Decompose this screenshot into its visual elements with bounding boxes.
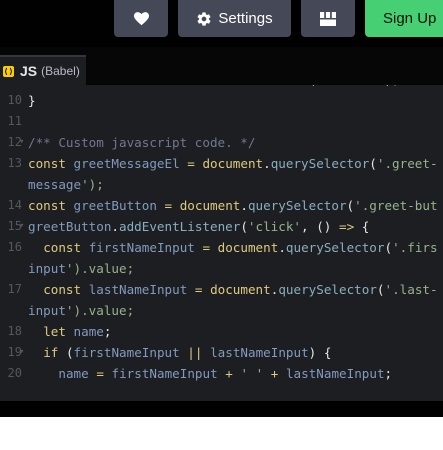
heart-button[interactable] (114, 0, 168, 37)
change-view-button[interactable] (301, 0, 355, 37)
code-line: 12 ▾/** Custom javascript code. */ (0, 132, 443, 153)
js-editor-panel: 9 mdc.textField.MDCTextField.attachTo(te… (0, 47, 443, 401)
code-text: const firstNameInput = document.querySel… (43, 240, 438, 255)
code-line: 19 ▾ if (firstNameInput || lastNameInput)… (0, 342, 443, 363)
code-line: 13 const greetMessageEl = document.queryS… (0, 153, 443, 174)
code-line: 11 (0, 111, 443, 132)
code-text: input').value; (28, 303, 135, 318)
code-text: name = firstNameInput + ' ' + lastNameIn… (58, 366, 393, 381)
line-number: 16 (7, 240, 22, 254)
editor-tab-bar: ⟨⟩ JS (Babel) (0, 47, 443, 85)
line-number: 10 (7, 93, 22, 107)
code-text: const greetButton = document.querySelect… (28, 198, 438, 213)
code-line: 10} (0, 90, 443, 111)
settings-button[interactable]: Settings (178, 0, 291, 37)
top-toolbar: Settings Sign Up (0, 0, 443, 47)
code-line: 14 const greetButton = document.querySele… (0, 195, 443, 216)
line-number: 13 (7, 156, 22, 170)
code-text: let name; (43, 324, 112, 339)
line-number: 20 (7, 366, 22, 380)
code-text: const greetMessageEl = document.querySel… (28, 156, 438, 171)
tab-title: JS (20, 63, 38, 79)
line-number: 17 (7, 282, 22, 296)
js-file-icon: ⟨⟩ (3, 65, 14, 77)
layout-icon (320, 11, 336, 26)
code-line: input').value; (0, 300, 443, 321)
line-number: 14 (7, 198, 22, 212)
editor-footer-bar (0, 401, 443, 417)
heart-icon (133, 11, 149, 26)
code-line: 20 name = firstNameInput + ' ' + lastNam… (0, 363, 443, 384)
tab-subtitle: (Babel) (41, 64, 80, 78)
code-text: } (28, 93, 36, 108)
code-line: 16 const firstNameInput = document.query… (0, 237, 443, 258)
fold-arrow-icon[interactable]: ▾ (19, 342, 24, 363)
code-text: input').value; (28, 261, 135, 276)
code-line: message'); (0, 174, 443, 195)
code-line: 15 ▾ greetButton.addEventListener('click',… (0, 216, 443, 237)
fold-arrow-icon[interactable]: ▾ (19, 132, 24, 153)
code-text: const lastNameInput = document.querySele… (43, 282, 438, 297)
code-text: /** Custom javascript code. */ (28, 135, 256, 150)
tab-js[interactable]: ⟨⟩ JS (Babel) (0, 55, 86, 85)
code-line: input').value; (0, 258, 443, 279)
code-text: greetButton.addEventListener('click', ()… (28, 219, 370, 234)
gear-icon (196, 11, 212, 27)
fold-arrow-icon[interactable]: ▾ (19, 216, 24, 237)
code-line: 18 let name; (0, 321, 443, 342)
code-text: if (firstNameInput || lastNameInput) { (43, 345, 332, 360)
code-line: 17 const lastNameInput = document.queryS… (0, 279, 443, 300)
settings-label: Settings (218, 10, 273, 27)
sign-up-label: Sign Up (383, 10, 437, 27)
line-number: 18 (7, 324, 22, 338)
code-area[interactable]: 9 mdc.textField.MDCTextField.attachTo(te… (0, 69, 443, 384)
line-number: 11 (7, 114, 22, 128)
code-text: message'); (28, 177, 104, 192)
sign-up-button[interactable]: Sign Up (365, 0, 443, 37)
